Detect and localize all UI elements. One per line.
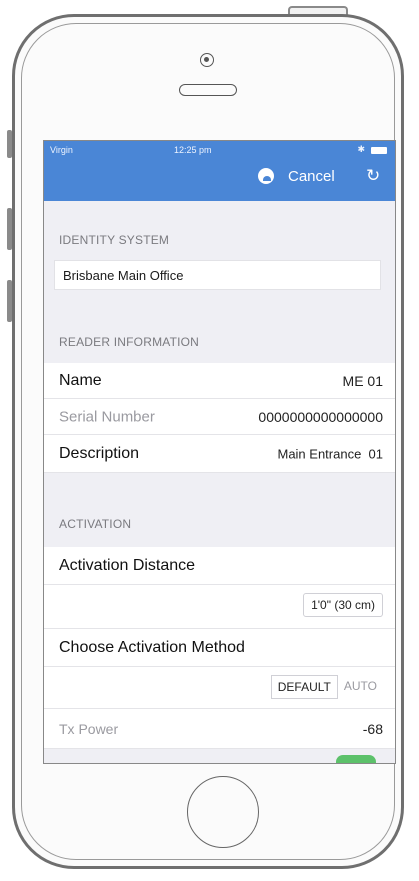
battery-icon [371,147,387,154]
activation-distance-row: Activation Distance [44,547,395,585]
app-screen: Virgin 12:25 pm ✱ Cancel ↻ IDENTITY SYST… [43,140,396,764]
user-avatar-icon[interactable] [258,168,274,184]
activation-method-segmented-control: DEFAULT AUTO [270,675,383,699]
description-row[interactable]: Description Main Entrance 01 [44,435,395,473]
reader-name-value: ME 01 [342,372,383,389]
bluetooth-icon: ✱ [357,144,365,154]
tx-power-value: -68 [362,720,383,737]
front-camera-icon [200,53,214,67]
cancel-button[interactable]: Cancel [288,168,335,185]
method-option-default[interactable]: DEFAULT [270,675,338,699]
identity-system-value: Brisbane Main Office [63,268,184,283]
section-header-identity: IDENTITY SYSTEM [59,233,170,247]
carrier-label: Virgin [50,145,73,155]
status-time: 12:25 pm [174,145,212,155]
activation-distance-select[interactable]: 1'0" (30 cm) [303,593,383,617]
toggle-switch[interactable] [336,755,376,763]
activation-method-label: Choose Activation Method [59,638,245,656]
activation-method-picker-row: DEFAULT AUTO [44,667,395,709]
section-header-reader: READER INFORMATION [59,335,200,349]
earpiece-speaker [179,84,237,96]
serial-number-row: Serial Number 0000000000000000 [44,399,395,435]
tx-power-row: Tx Power -68 [44,709,395,749]
refresh-icon[interactable]: ↻ [366,166,380,186]
navigation-bar: Virgin 12:25 pm ✱ Cancel ↻ [44,141,395,201]
section-header-activation: ACTIVATION [59,517,132,531]
home-button[interactable] [187,776,259,848]
activation-distance-label: Activation Distance [59,556,196,574]
serial-number-label: Serial Number [59,408,155,425]
tx-power-label: Tx Power [59,720,119,737]
status-bar: Virgin 12:25 pm ✱ [44,141,395,159]
activation-distance-picker-row: 1'0" (30 cm) [44,585,395,629]
description-value: Main Entrance 01 [277,446,383,461]
activation-method-row: Choose Activation Method [44,629,395,667]
reader-name-row[interactable]: Name ME 01 [44,363,395,399]
reader-name-label: Name [59,371,102,389]
method-option-auto[interactable]: AUTO [338,675,383,699]
description-label: Description [59,444,140,462]
serial-number-value: 0000000000000000 [258,408,383,425]
identity-system-field[interactable]: Brisbane Main Office [54,260,381,290]
